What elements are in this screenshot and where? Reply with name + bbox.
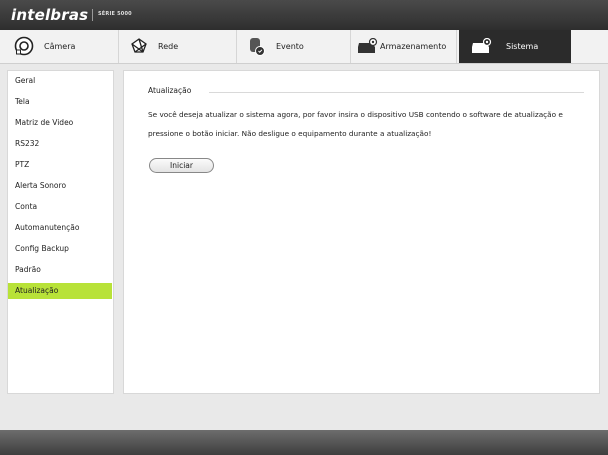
sidebar-item-atualizacao[interactable]: Atualização (8, 283, 112, 299)
tab-system[interactable]: Sistema (459, 30, 571, 63)
start-button[interactable]: Iniciar (149, 158, 214, 173)
sidebar-item-config-backup[interactable]: Config Backup (8, 241, 112, 257)
nav-divider (350, 30, 351, 63)
tab-event[interactable]: Evento (248, 30, 348, 63)
sidebar-item-alerta-sonoro[interactable]: Alerta Sonoro (8, 178, 112, 194)
sidebar-item-tela[interactable]: Tela (8, 94, 112, 110)
sidebar-item-padrao[interactable]: Padrão (8, 262, 112, 278)
sidebar-item-ptz[interactable]: PTZ (8, 157, 112, 173)
storage-icon (356, 37, 378, 56)
section-title: Atualização (148, 86, 192, 95)
tab-label: Sistema (506, 42, 539, 51)
sidebar: Geral Tela Matriz de Video RS232 PTZ Ale… (7, 70, 114, 394)
sidebar-item-automanutencao[interactable]: Automanutenção (8, 220, 112, 236)
nav-divider (118, 30, 119, 63)
main-panel: Atualização Se você deseja atualizar o s… (123, 70, 600, 394)
tab-label: Rede (158, 42, 179, 51)
system-icon (470, 37, 492, 56)
update-instructions: Se você deseja atualizar o sistema agora… (148, 110, 563, 138)
sidebar-item-geral[interactable]: Geral (8, 73, 112, 89)
nav-divider (456, 30, 457, 63)
bottom-bar (0, 430, 608, 455)
tab-camera[interactable]: Câmera (14, 30, 114, 63)
sidebar-item-matriz-de-video[interactable]: Matriz de Video (8, 115, 112, 131)
event-icon (248, 36, 266, 58)
tab-label: Armazenamento (380, 42, 447, 51)
network-icon (130, 37, 148, 57)
brand-series: SÉRIE 5000 (98, 11, 132, 17)
tab-label: Evento (276, 42, 304, 51)
brand-logo: intelbras (11, 6, 89, 24)
nav-divider (236, 30, 237, 63)
brand-divider (92, 9, 93, 21)
tab-network[interactable]: Rede (130, 30, 230, 63)
tab-label: Câmera (44, 42, 76, 51)
sidebar-item-conta[interactable]: Conta (8, 199, 112, 215)
sidebar-item-rs232[interactable]: RS232 (8, 136, 112, 152)
tab-storage[interactable]: Armazenamento (356, 30, 456, 63)
camera-icon (14, 36, 34, 58)
section-divider (209, 92, 584, 93)
top-bar: intelbras SÉRIE 5000 (0, 0, 608, 30)
main-nav: Câmera Rede Evento Armazenamento Sistema (0, 30, 608, 64)
